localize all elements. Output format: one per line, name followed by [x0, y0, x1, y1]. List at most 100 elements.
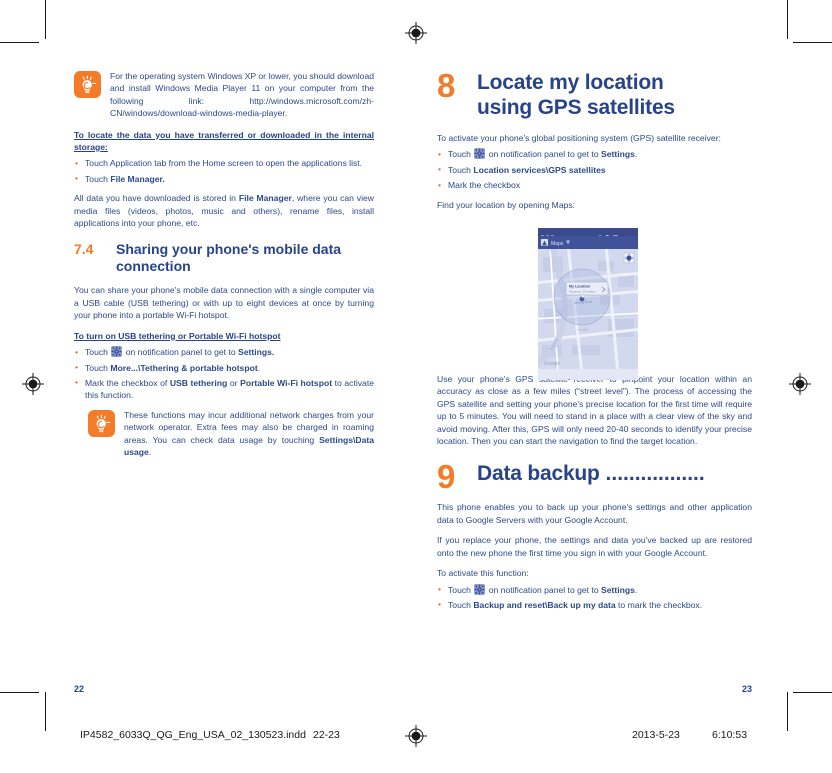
bullet-text-bold: Settings [601, 584, 635, 595]
left-page-content: For the operating system Windows XP or l… [74, 70, 374, 467]
bullet-text-prefix: Touch [448, 164, 471, 175]
section-title-dots: ................. [599, 462, 705, 486]
screenshot-action-bar: Maps [538, 236, 638, 249]
list-item: Mark the checkbox of USB tethering or Po… [74, 376, 374, 402]
list-item: Touch File Manager. [74, 172, 374, 185]
subheading-locate-data: To locate the data you have transferred … [74, 129, 374, 153]
menu-icon [626, 372, 631, 380]
settings-gear-icon [474, 583, 486, 595]
svg-text:My Location: My Location [569, 285, 590, 289]
bullet-list-gps: Touch on notification panel to get to [437, 148, 752, 192]
bullet-list-backup: Touch on notification panel to get to [437, 583, 752, 612]
bullet-text-prefix: Touch [448, 584, 471, 595]
bullet-text-bold-2: Portable Wi-Fi hotspot [240, 377, 333, 388]
maps-screenshot: 15:19 Maps [538, 228, 638, 380]
registration-mark-top [405, 22, 427, 44]
crop-mark-top-left-vertical [45, 0, 46, 39]
bullet-text-bold: Backup and reset\Back up my data [473, 599, 616, 610]
list-item: Touch More...\Tethering & portable hotsp… [74, 361, 374, 374]
bullet-text-middle: on notification panel to get to [488, 584, 599, 595]
paragraph-all-data: All data you have downloaded is stored i… [74, 193, 374, 229]
bullet-text-middle: or [229, 377, 238, 388]
bullet-text: Mark the checkbox [448, 180, 521, 191]
page-number-right: 23 [742, 684, 753, 694]
bullet-list-locate-data: Touch Application tab from the Home scre… [74, 157, 374, 185]
svg-text:Lu Lane: Lu Lane [578, 327, 589, 332]
list-item: Touch Backup and reset\Back up my data t… [437, 598, 752, 611]
footer-filename: IP4582_6033Q_QG_Eng_USA_02_130523.indd [80, 729, 306, 741]
list-item: Mark the checkbox [437, 179, 752, 192]
crop-mark-bottom-left-vertical [45, 692, 46, 731]
bullet-text-bold: Settings [601, 149, 635, 160]
section-heading-9: 9 Data backup ................. [437, 458, 752, 496]
tip-text: For the operating system Windows XP or l… [110, 71, 374, 119]
svg-text:Accuracy: 10 metres: Accuracy: 10 metres [569, 289, 596, 293]
section-title-line-2: using GPS satellites [477, 96, 675, 119]
settings-gear-icon [474, 148, 486, 160]
list-item: Touch Location services\GPS satellites [437, 163, 752, 176]
crop-mark-bottom-right-horizontal [793, 692, 832, 693]
screenshot-status-bar: 15:19 [538, 228, 638, 240]
footer-date: 2013-5-23 [632, 729, 680, 741]
list-item: Touch Application tab from the Home scre… [74, 157, 374, 170]
section-heading-8: 8 Locate my location using GPS satellite… [437, 69, 752, 120]
bullet-text-prefix: Touch [85, 347, 108, 358]
bullet-text-suffix: . [634, 584, 638, 595]
paragraph-share-connection: You can share your phone's mobile data c… [74, 285, 374, 321]
section-title: Data backup ................. [477, 461, 752, 486]
bullet-text-prefix: Mark the checkbox of [85, 377, 168, 388]
screenshot-nav-bar [538, 369, 638, 380]
registration-mark-right [789, 373, 811, 395]
tip-box-windows-media-player: For the operating system Windows XP or l… [74, 70, 374, 120]
places-icon [586, 372, 591, 380]
section-heading-7-4: 7.4 Sharing your phone's mobile data con… [74, 241, 374, 275]
crop-mark-bottom-left-horizontal [0, 692, 39, 693]
page-number-left: 22 [74, 684, 85, 694]
section-title: Locate my location using GPS satellites [477, 70, 752, 120]
bullet-text-middle: on notification panel to get to [125, 347, 236, 358]
paragraph-backup-1: This phone enables you to back up your p… [437, 502, 752, 525]
screenshot-map-canvas: My Location Accuracy: 10 metres Wulong R… [538, 249, 638, 369]
footer-page-range: 22-23 [313, 729, 340, 741]
section-title: Sharing your phone's mobile data connect… [116, 241, 342, 275]
bullet-text-bold: More...\Tethering & portable hotspot [110, 362, 258, 373]
bullet-text-prefix: Touch [448, 599, 471, 610]
crop-mark-top-left-horizontal [0, 42, 39, 43]
manual-page-spread: For the operating system Windows XP or l… [0, 0, 832, 773]
lightbulb-tip-icon [88, 409, 115, 437]
list-item: Touch on notification panel to get to [437, 583, 752, 596]
bullet-list-tethering: Touch on not [74, 346, 374, 402]
layers-icon [606, 372, 611, 380]
crop-mark-top-right-horizontal [793, 42, 832, 43]
list-item: Touch on not [74, 346, 374, 359]
bullet-text-bold: Settings. [238, 347, 275, 358]
inline-bold-file-manager: File Manager [238, 193, 292, 204]
bullet-text-bold-1: USB tethering [169, 377, 228, 388]
bullet-text-suffix: to mark the checkbox. [618, 599, 703, 610]
bullet-text: Touch Application tab from the Home scre… [85, 158, 363, 169]
paragraph-find-location: Find your location by opening Maps: [437, 199, 576, 210]
bullet-text-prefix: Touch [85, 173, 111, 184]
section-number: 9 [437, 458, 456, 496]
search-icon [546, 372, 551, 380]
directions-icon [566, 372, 571, 380]
section-title-line-1: Locate my location [477, 71, 664, 94]
paragraph-activate-gps: To activate your phone's global position… [437, 133, 721, 143]
section-number: 7.4 [74, 241, 94, 258]
bullet-text-suffix: . [257, 362, 261, 373]
bullet-text-bold: Location services\GPS satellites [473, 164, 606, 175]
paragraph-activate-function: To activate this function: [437, 568, 529, 579]
registration-mark-bottom [405, 725, 427, 747]
tip-box-network-charges: These functions may incur additional net… [88, 409, 374, 459]
tip-text: These functions may incur additional net… [124, 409, 374, 459]
bullet-text-bold: File Manager. [110, 173, 165, 184]
paragraph-gps-usage: Use your phone's GPS satellite receiver … [437, 374, 752, 447]
settings-gear-icon [111, 346, 123, 358]
registration-mark-left [22, 373, 44, 395]
section-title-text: Data backup [477, 462, 600, 486]
bullet-text-prefix: Touch [85, 362, 108, 373]
footer-time: 6:10:53 [712, 729, 748, 741]
bullet-text-middle: on notification panel to get to [488, 149, 599, 160]
paragraph-backup-2: If you replace your phone, the settings … [437, 535, 752, 558]
list-item: Touch on notification panel to get to [437, 148, 752, 161]
